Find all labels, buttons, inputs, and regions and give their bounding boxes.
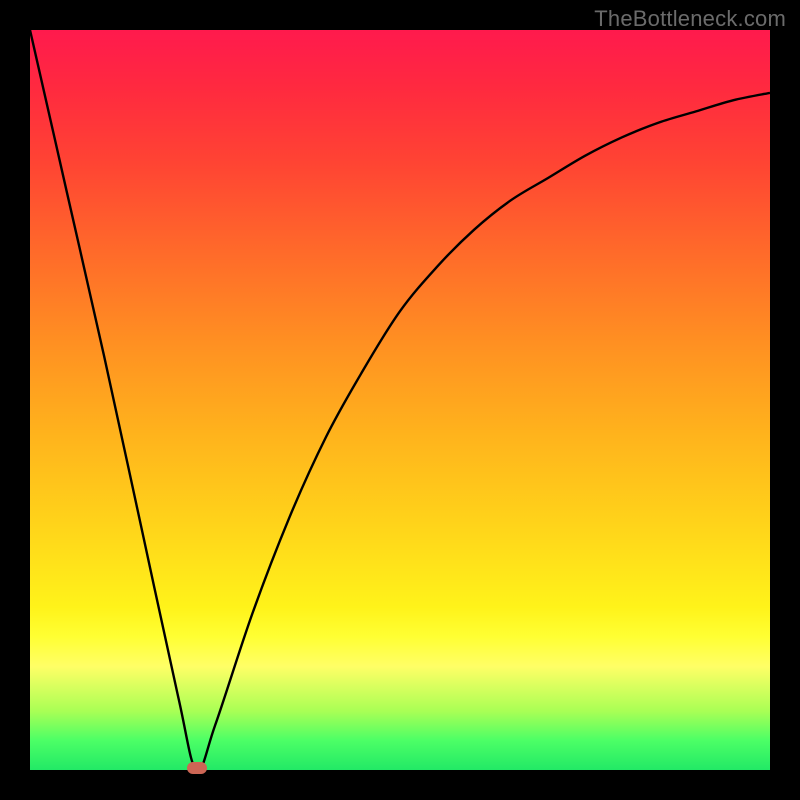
- attribution-text: TheBottleneck.com: [594, 6, 786, 32]
- minimum-marker: [187, 762, 207, 774]
- chart-frame: TheBottleneck.com: [0, 0, 800, 800]
- curve-path: [30, 30, 770, 770]
- bottleneck-curve: [30, 30, 770, 770]
- plot-area: [30, 30, 770, 770]
